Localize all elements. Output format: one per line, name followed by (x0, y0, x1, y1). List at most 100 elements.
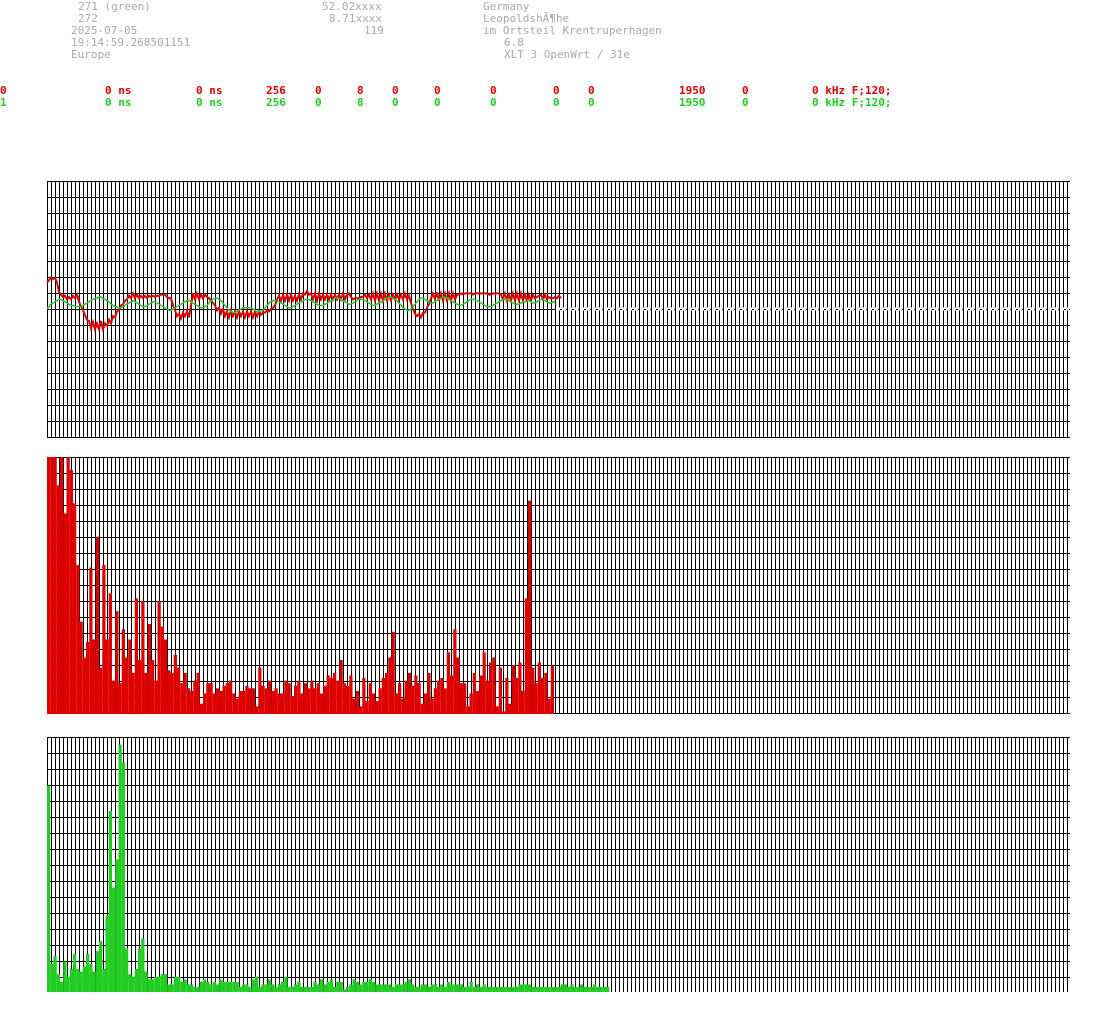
spectrum-bar-red (450, 675, 454, 714)
spectrum-bar-red (300, 693, 304, 714)
spectrum-bar-green (375, 984, 379, 992)
spectrum-bar-red (307, 688, 311, 714)
spectrum-bar-red (368, 683, 372, 714)
spectrum-bar-green (362, 981, 366, 992)
spectrum-bar-red (196, 672, 200, 714)
spectrum-bar-red (359, 706, 363, 714)
spectrum-bar-green (60, 981, 64, 992)
spectrum-bar-green (112, 887, 116, 992)
spectrum-bar-green (414, 986, 418, 992)
spectrum-bar-red (443, 688, 447, 714)
spectrum-bar-red (544, 672, 548, 714)
spectrum-bar-green (583, 986, 587, 992)
spectrum-bar-green (66, 976, 70, 992)
spectrum-bar-green (586, 986, 590, 992)
spectrum-bar-red (216, 688, 220, 714)
spectrum-bar-green (368, 979, 372, 993)
spectrum-bar-green (346, 986, 350, 992)
spectrum-bar-green (121, 762, 125, 992)
spectrum-bar-green (196, 986, 200, 992)
spectrum-bar-red (531, 667, 535, 714)
spectrum-bar-green (147, 979, 151, 993)
spectrum-bar-green (157, 976, 161, 992)
spectrum-bar-red (151, 660, 155, 714)
spectrum-bar-green (472, 986, 476, 992)
spectrum-bar-red (463, 683, 467, 714)
spectrum-bar-red (313, 688, 317, 714)
spectrum-bar-red (437, 680, 441, 714)
spectrum-bar-green (108, 811, 112, 992)
spectrum-bar-red (63, 513, 67, 714)
spectrum-bar-green (495, 986, 499, 992)
spectrum-bar-green (76, 969, 80, 992)
spectrum-bar-green (469, 981, 473, 992)
spectrum-bar-red (440, 678, 444, 714)
spectrum-bar-green (381, 984, 385, 992)
spectrum-bar-green (310, 986, 314, 992)
spectrum-bar-red (528, 500, 532, 714)
spectrum-bar-red (290, 696, 294, 714)
spectrum-bar-red (118, 683, 122, 714)
spectrum-bar-green (560, 984, 564, 992)
spectrum-bar-red (79, 621, 83, 714)
spectrum-bar-green (160, 974, 164, 992)
spectrum-bar-red (128, 639, 132, 714)
spectrum-bar-green (183, 979, 187, 993)
spectrum-bar-green (541, 986, 545, 992)
spectrum-bar-green (547, 986, 551, 992)
spectrum-bar-red (459, 683, 463, 714)
spectrum-bar-red (372, 693, 376, 714)
spectrum-bar-red (242, 690, 246, 714)
spectrum-bar-green (489, 986, 493, 992)
spectrum-bar-green (372, 981, 376, 992)
spectrum-bar-red (76, 564, 80, 714)
spectrum-bar-red (89, 567, 93, 714)
spectrum-bar-red (56, 485, 60, 714)
spectrum-bar-green (284, 976, 288, 992)
spectrum-bar-red (469, 693, 473, 714)
spectrum-bar-red (121, 629, 125, 714)
spectrum-bar-green (515, 986, 519, 992)
spectrum-bar-green (544, 986, 548, 992)
spectrum-bar-green (485, 986, 489, 992)
spectrum-bar-red (336, 680, 340, 714)
spectrum-bar-red (183, 672, 187, 714)
spectrum-bar-green (528, 984, 532, 992)
spectrum-bar-red (411, 685, 415, 714)
spectrum-bar-green (242, 984, 246, 992)
spectrum-bar-red (385, 672, 389, 714)
spectrum-bar-red (160, 626, 164, 714)
spectrum-bar-red (131, 672, 135, 714)
spectrum-bar-red (147, 624, 151, 714)
spectrum-bar-green (524, 984, 528, 992)
spectrum-bar-red (209, 683, 213, 714)
spectrum-bar-red (206, 683, 210, 714)
spectrum-bar-red (472, 672, 476, 714)
spectrum-bar-green (463, 986, 467, 992)
spectrum-bar-red (108, 593, 112, 714)
spectrum-bar-red (144, 672, 148, 714)
spectrum-bar-green (190, 984, 194, 992)
spectrum-bar-green (203, 979, 207, 993)
spectrum-bar-green (570, 984, 574, 992)
spectrum-bar-green (86, 953, 90, 993)
spectrum-bar-red (430, 698, 434, 714)
spectrum-bar-green (79, 971, 83, 992)
spectrum-bar-red (138, 660, 142, 714)
spectrum-bar-red (99, 667, 103, 714)
spectrum-bar-green (326, 981, 330, 992)
spectrum-bar-green (105, 915, 109, 992)
spectrum-bar-green (427, 986, 431, 992)
spectrum-bar-green (411, 984, 415, 992)
spectrum-bar-red (476, 690, 480, 714)
spectrum-bar-red (73, 503, 77, 714)
spectrum-bar-red (193, 680, 197, 714)
spectrum-bar-green (294, 984, 298, 992)
spectrum-bar-green (388, 984, 392, 992)
spectrum-bar-green (277, 984, 281, 992)
spectrum-bar-red (47, 457, 51, 714)
spectrum-bar-green (589, 986, 593, 992)
spectrum-bar-red (177, 667, 181, 714)
spectrum-bar-red (495, 706, 499, 714)
spectrum-bar-green (193, 986, 197, 992)
